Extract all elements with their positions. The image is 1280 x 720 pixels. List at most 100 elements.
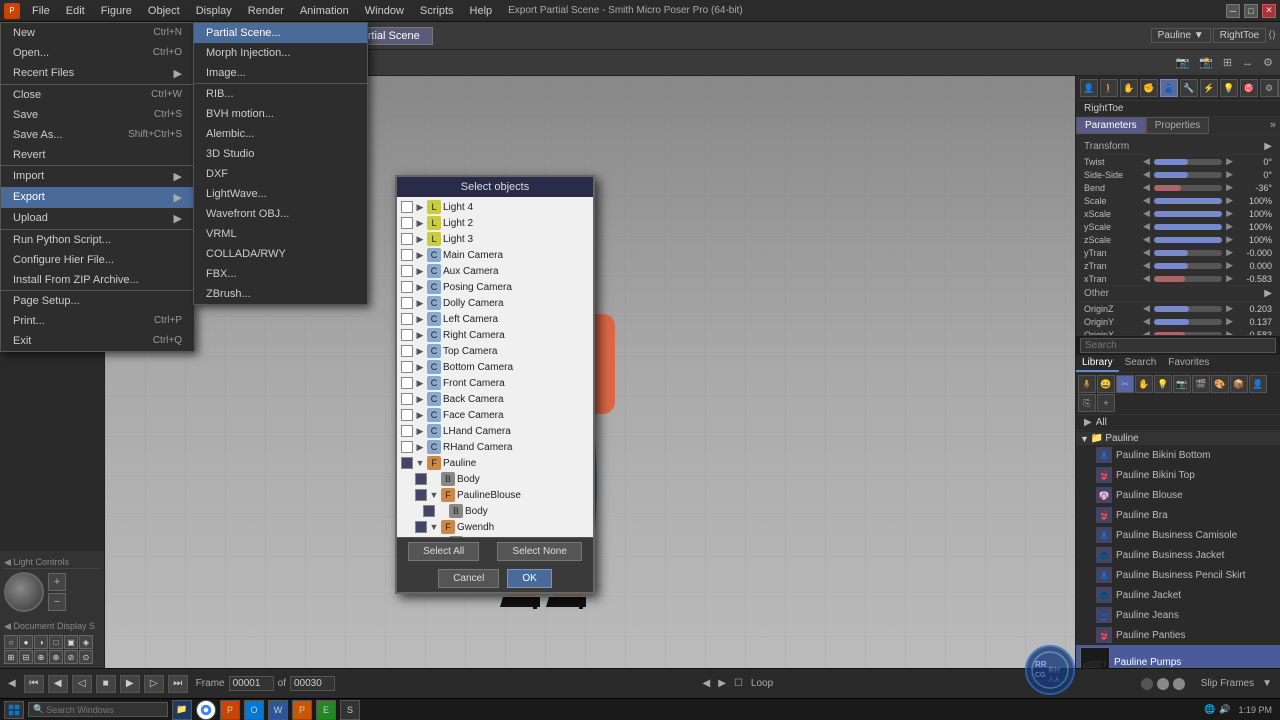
menu-upload[interactable]: Upload▶ [1, 208, 194, 229]
lib-icon-figure[interactable]: 👤 [1249, 375, 1267, 393]
cb-right-camera[interactable] [401, 329, 413, 341]
taskbar-word[interactable]: W [268, 700, 288, 720]
cb-lhand-camera[interactable] [401, 425, 413, 437]
cb-pauline[interactable] [401, 457, 413, 469]
search-windows-input[interactable] [46, 705, 163, 715]
originy-slider[interactable] [1154, 319, 1222, 325]
loop-check[interactable]: ☐ [734, 678, 743, 689]
tree-back-camera[interactable]: ▶ C Back Camera [399, 391, 591, 407]
right-icon-2[interactable]: 🚶 [1100, 79, 1118, 97]
originz-dec[interactable]: ◀ [1141, 303, 1152, 314]
lib-icon-prop[interactable]: 📦 [1230, 375, 1248, 393]
export-partial-scene[interactable]: Partial Scene... [194, 23, 367, 43]
taskbar-poser[interactable]: P [220, 700, 240, 720]
bend-inc[interactable]: ▶ [1224, 182, 1235, 193]
right-icon-3[interactable]: ✋ [1120, 79, 1138, 97]
parameters-tab[interactable]: Parameters [1076, 117, 1146, 134]
anim-step-back[interactable]: ⏮ [24, 675, 44, 693]
anim-prev-frame[interactable]: ◀ [48, 675, 68, 693]
taskbar-app6[interactable]: E [316, 700, 336, 720]
view-selector[interactable]: RightToe [1213, 28, 1266, 43]
tree-bottom-camera[interactable]: ▶ C Bottom Camera [399, 359, 591, 375]
tree-rhand-camera[interactable]: ▶ C RHand Camera [399, 439, 591, 455]
lib-group-pauline-header[interactable]: ▼ 📁 Pauline [1076, 432, 1280, 445]
tree-pauline-body[interactable]: B Body [399, 471, 591, 487]
minimize-btn[interactable]: ─ [1226, 4, 1240, 18]
favorites-tab[interactable]: Favorites [1162, 355, 1215, 372]
cb-rhand-camera[interactable] [401, 441, 413, 453]
xtran-inc[interactable]: ▶ [1224, 273, 1235, 284]
menu-python[interactable]: Run Python Script... [1, 229, 194, 250]
cb-bottom-camera[interactable] [401, 361, 413, 373]
cb-posing-camera[interactable] [401, 281, 413, 293]
tree-right-camera[interactable]: ▶ C Right Camera [399, 327, 591, 343]
menu-close[interactable]: CloseCtrl+W [1, 84, 194, 105]
cb-pauline-body[interactable] [415, 473, 427, 485]
cb-back-camera[interactable] [401, 393, 413, 405]
other-expand[interactable]: ▶ [1264, 288, 1272, 299]
sideside-dec[interactable]: ◀ [1141, 169, 1152, 180]
lib-item-jeans[interactable]: 👖Pauline Jeans [1076, 605, 1280, 625]
anim-next-frame[interactable]: ▷ [144, 675, 164, 693]
export-alembic[interactable]: Alembic... [194, 124, 367, 144]
tree-gwendh[interactable]: ▼ F Gwendh [399, 519, 591, 535]
cb-front-camera[interactable] [401, 377, 413, 389]
ok-btn[interactable]: OK [507, 569, 551, 588]
export-collada[interactable]: COLLADA/RWY [194, 244, 367, 264]
lib-icon-face[interactable]: 😀 [1097, 375, 1115, 393]
taskbar-outlook[interactable]: O [244, 700, 264, 720]
taskbar-explorer[interactable]: 📁 [172, 700, 192, 720]
lib-all-expand[interactable]: ▶ [1084, 417, 1092, 428]
xtran-dec[interactable]: ◀ [1141, 273, 1152, 284]
menu-display[interactable]: Display [188, 3, 240, 19]
zscale-inc[interactable]: ▶ [1224, 234, 1235, 245]
menu-new[interactable]: NewCtrl+N [1, 23, 194, 43]
lib-copy[interactable]: ⎘ [1078, 394, 1096, 412]
ytran-slider[interactable] [1154, 250, 1222, 256]
close-btn[interactable]: ✕ [1262, 4, 1276, 18]
frame-current-input[interactable] [229, 676, 274, 691]
menu-help[interactable]: Help [462, 3, 501, 19]
tree-pauline[interactable]: ▼ F Pauline [399, 455, 591, 471]
disp-btn-9[interactable]: ⊕ [34, 650, 48, 664]
lib-icon-hair[interactable]: ✂ [1116, 375, 1134, 393]
originz-slider[interactable] [1154, 306, 1222, 312]
cb-light2[interactable] [401, 217, 413, 229]
tree-face-camera[interactable]: ▶ C Face Camera [399, 407, 591, 423]
menu-scripts[interactable]: Scripts [412, 3, 462, 19]
cb-pauline-blouse[interactable] [415, 489, 427, 501]
disp-btn-8[interactable]: ⊟ [19, 650, 33, 664]
ytran-dec[interactable]: ◀ [1141, 247, 1152, 258]
lib-icon-anim[interactable]: 🎬 [1192, 375, 1210, 393]
cb-blouse-body[interactable] [423, 505, 435, 517]
export-fbx[interactable]: FBX... [194, 264, 367, 284]
menu-save[interactable]: SaveCtrl+S [1, 105, 194, 125]
ztran-slider[interactable] [1154, 263, 1222, 269]
cancel-btn[interactable]: Cancel [438, 569, 499, 588]
settings-icon[interactable]: ⚙ [1260, 56, 1276, 69]
right-icon-4[interactable]: ✊ [1140, 79, 1158, 97]
tree-light3[interactable]: ▶ L Light 3 [399, 231, 591, 247]
cb-light4[interactable] [401, 201, 413, 213]
xscale-slider[interactable] [1154, 211, 1222, 217]
menu-recent-files[interactable]: Recent Files▶ [1, 63, 194, 84]
cb-light3[interactable] [401, 233, 413, 245]
menu-animation[interactable]: Animation [292, 3, 357, 19]
anim-play[interactable]: ▶ [120, 675, 140, 693]
lib-icon-mat[interactable]: 🎨 [1211, 375, 1229, 393]
lib-item-business-jacket[interactable]: 🧥Pauline Business Jacket [1076, 545, 1280, 565]
play-btn[interactable]: ▶ [718, 678, 726, 689]
export-bvh[interactable]: BVH motion... [194, 104, 367, 124]
remove-light-btn[interactable]: − [48, 593, 66, 611]
tree-aux-camera[interactable]: ▶ C Aux Camera [399, 263, 591, 279]
zscale-dec[interactable]: ◀ [1141, 234, 1152, 245]
menu-render[interactable]: Render [240, 3, 292, 19]
lib-icon-light[interactable]: 💡 [1154, 375, 1172, 393]
nav-back[interactable]: ◀ [8, 678, 16, 689]
menu-window[interactable]: Window [357, 3, 412, 19]
xtran-slider[interactable] [1154, 276, 1222, 282]
right-icon-6[interactable]: 🔧 [1180, 79, 1198, 97]
disp-btn-2[interactable]: ● [19, 635, 33, 649]
tree-blouse-body[interactable]: B Body [399, 503, 591, 519]
xscale-dec[interactable]: ◀ [1141, 208, 1152, 219]
